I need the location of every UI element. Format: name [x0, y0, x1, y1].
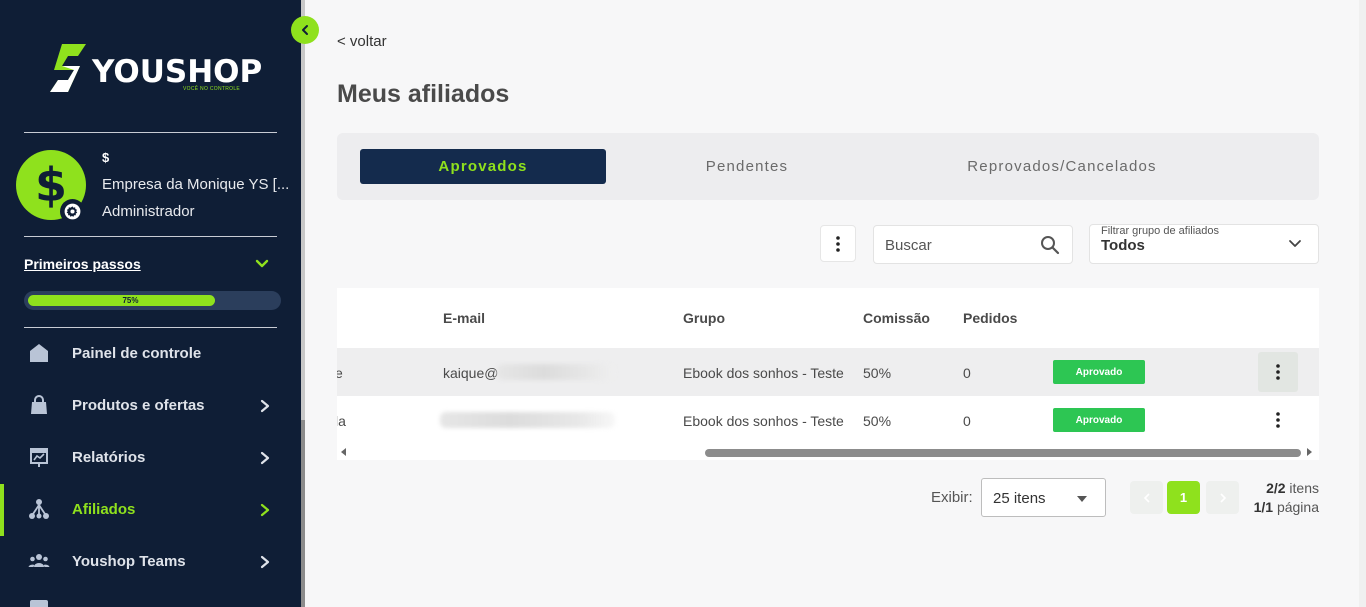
row-actions-button[interactable] — [1258, 400, 1298, 440]
collapse-sidebar-button[interactable] — [291, 16, 319, 44]
table-horizontal-scrollbar[interactable] — [337, 445, 1319, 460]
cell-orders: 0 — [963, 413, 971, 429]
affiliates-table: E-mail Grupo Comissão Pedidos e kaique@ … — [337, 288, 1319, 460]
chevron-right-icon — [260, 555, 270, 569]
tab-pendentes[interactable]: Pendentes — [622, 149, 872, 184]
bag-icon — [31, 395, 47, 414]
column-header-group: Grupo — [683, 310, 725, 326]
tab-reprovados-cancelados[interactable]: Reprovados/Cancelados — [917, 149, 1207, 184]
column-header-email: E-mail — [443, 310, 486, 326]
sidebar-next-item-icon — [30, 600, 48, 607]
sidebar-divider — [24, 236, 277, 237]
status-badge: Aprovado — [1053, 408, 1145, 432]
logo-tagline: VOCÊ NO CONTROLE — [183, 86, 241, 92]
account-currency-sign: $ — [102, 150, 110, 165]
chevron-right-icon — [260, 399, 270, 413]
active-indicator — [0, 484, 4, 536]
network-icon — [29, 499, 49, 519]
home-icon — [30, 344, 48, 362]
back-link[interactable]: < voltar — [337, 33, 387, 50]
cell-commission: 50% — [863, 413, 892, 429]
cell-email: kaique@ — [443, 365, 499, 381]
cell-commission: 50% — [863, 365, 892, 381]
affiliate-group-filter-select[interactable]: Filtrar grupo de afiliados Todos — [1089, 224, 1319, 264]
status-tabs: Aprovados Pendentes Reprovados/Cancelado… — [337, 133, 1319, 200]
pages-count: 1/1 página — [1230, 499, 1319, 515]
page-scrollbar-track[interactable] — [1359, 0, 1366, 607]
chevron-right-icon — [260, 503, 270, 517]
pages-count-value: 1/1 — [1253, 499, 1274, 515]
first-steps-progress-bar: 75% — [24, 291, 281, 310]
cell-group: Ebook dos sonhos - Teste — [683, 365, 844, 381]
filter-label: Filtrar grupo de afiliados — [1101, 225, 1220, 237]
sidebar-scrollbar-thumb[interactable] — [301, 420, 305, 607]
per-page-label: Exibir: — [931, 489, 973, 506]
sidebar-item-label: Afiliados — [72, 501, 136, 518]
cell-group: Ebook dos sonhos - Teste — [683, 413, 844, 429]
table-row[interactable]: e kaique@ Ebook dos sonhos - Teste 50% 0… — [337, 348, 1319, 396]
scroll-left-arrow-icon[interactable] — [341, 448, 346, 456]
page-title: Meus afiliados — [337, 80, 510, 108]
sidebar-item-relatorios[interactable]: Relatórios — [0, 432, 301, 484]
caret-down-icon — [1077, 496, 1087, 502]
account-company-name: Empresa da Monique YS [... — [102, 176, 290, 193]
chevron-left-icon — [1143, 492, 1150, 503]
chevron-down-icon — [1289, 240, 1301, 247]
per-page-value: 25 itens — [993, 490, 1046, 507]
sidebar-item-label: Youshop Teams — [72, 553, 186, 570]
account-settings-gear-icon[interactable] — [60, 199, 85, 224]
filter-value: Todos — [1101, 237, 1145, 254]
kebab-menu-icon — [1276, 412, 1280, 428]
first-steps-toggle[interactable]: Primeiros passos — [24, 256, 141, 272]
sidebar-item-produtos-e-ofertas[interactable]: Produtos e ofertas — [0, 380, 301, 432]
more-options-button[interactable] — [820, 225, 856, 262]
sidebar-item-label: Painel de controle — [72, 345, 202, 362]
sidebar-item-painel-de-controle[interactable]: Painel de controle — [0, 328, 301, 380]
page-button-current[interactable]: 1 — [1167, 481, 1200, 514]
items-count: 2/2 itens — [1230, 480, 1319, 496]
chevron-right-icon — [1219, 492, 1226, 503]
column-header-orders: Pedidos — [963, 310, 1018, 326]
redacted-email — [440, 412, 615, 428]
per-page-select[interactable]: 25 itens — [981, 478, 1106, 517]
logo-text: YOUSHOP — [92, 54, 263, 90]
sidebar-divider — [24, 132, 277, 133]
search-field — [873, 225, 1073, 264]
team-icon — [28, 554, 50, 567]
scroll-right-arrow-icon[interactable] — [1307, 448, 1312, 456]
youshop-logo[interactable]: YOUSHOP VOCÊ NO CONTROLE — [46, 42, 262, 98]
items-count-word: itens — [1289, 480, 1319, 496]
previous-page-button[interactable] — [1130, 481, 1163, 514]
cell-name: la — [337, 413, 346, 429]
sidebar-item-afiliados[interactable]: Afiliados — [0, 484, 301, 536]
status-badge: Aprovado — [1053, 360, 1145, 384]
chevron-right-icon — [260, 451, 270, 465]
cell-name: e — [337, 365, 343, 381]
pages-count-word: página — [1276, 499, 1319, 515]
search-icon[interactable] — [1040, 235, 1060, 255]
kebab-menu-icon — [836, 235, 840, 252]
chevron-left-icon — [302, 25, 308, 35]
horizontal-scrollbar-thumb[interactable] — [705, 449, 1301, 457]
sidebar-item-label: Relatórios — [72, 449, 146, 466]
progress-label: 75% — [122, 296, 139, 305]
chevron-down-icon[interactable] — [254, 257, 270, 271]
youshop-logo-mark-icon — [50, 44, 86, 92]
redacted-email — [497, 364, 615, 380]
sidebar-item-youshop-teams[interactable]: Youshop Teams — [0, 536, 301, 588]
tab-aprovados[interactable]: Aprovados — [360, 149, 606, 184]
row-actions-button[interactable] — [1258, 352, 1298, 392]
sidebar: YOUSHOP VOCÊ NO CONTROLE $ $ Empresa da … — [0, 0, 301, 607]
report-board-icon — [30, 448, 48, 467]
column-header-commission: Comissão — [863, 310, 930, 326]
kebab-menu-icon — [1276, 364, 1280, 380]
items-count-value: 2/2 — [1266, 480, 1286, 496]
table-row[interactable]: la Ebook dos sonhos - Teste 50% 0 Aprova… — [337, 396, 1319, 444]
account-role: Administrador — [102, 203, 195, 220]
sidebar-item-label: Produtos e ofertas — [72, 397, 205, 414]
cell-orders: 0 — [963, 365, 971, 381]
search-input[interactable] — [885, 235, 1035, 255]
